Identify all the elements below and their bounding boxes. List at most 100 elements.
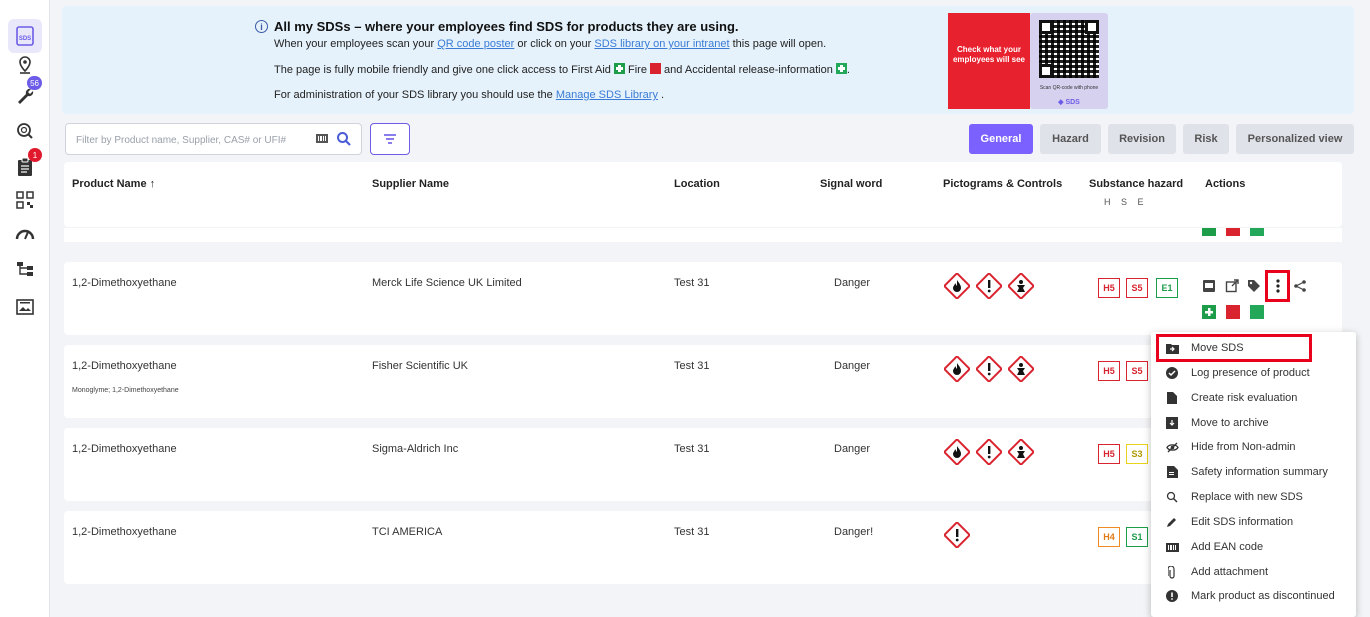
tab-revision[interactable]: Revision [1108,124,1176,154]
summary-file-icon [1165,465,1179,479]
qr-caption: Scan QR-code with phone [1039,85,1099,91]
qr-finder [1039,64,1053,78]
tools-badge: 56 [27,76,42,90]
hierarchy-icon[interactable] [8,252,42,286]
sidebar: SDS 56 1 [0,0,50,617]
exclamation-pictogram-icon [976,356,1002,382]
tab-personalized-view[interactable]: Personalized view [1236,124,1354,154]
health-hazard-pictogram-icon [1008,356,1034,382]
table-row[interactable]: 1,2-Dimethoxyethane Merck Life Science U… [64,262,1342,335]
manage-sds-library-link[interactable]: Manage SDS Library [556,89,658,101]
menu-label: Move to archive [1191,417,1269,429]
location: Test 31 [674,443,710,455]
tab-hazard[interactable]: Hazard [1040,124,1101,154]
move-sds-highlight [1156,334,1312,362]
first-aid-icon[interactable] [1202,228,1216,236]
barcode-scan-icon[interactable] [315,132,329,151]
location: Test 31 [674,277,710,289]
product-name[interactable]: 1,2-Dimethoxyethane [72,526,177,538]
accidental-release-icon[interactable] [1250,228,1264,236]
exclamation-pictogram-icon [944,522,970,548]
search-box [65,123,362,155]
signal-word: Danger [834,443,871,455]
col-substance-hse: H S E [1104,197,1148,207]
tab-general[interactable]: General [969,124,1033,154]
menu-safety-information-summary[interactable]: Safety information summary [1151,460,1356,484]
menu-label: Add attachment [1191,566,1269,578]
col-pictograms[interactable]: Pictograms & Controls [943,178,1062,190]
col-product-name[interactable]: Product Name ↑ [72,178,155,190]
actions-menu: Move SDS Log presence of product Create … [1151,332,1356,617]
first-aid-icon[interactable] [1202,305,1216,319]
alert-circle-icon [1165,589,1179,603]
banner-text: For administration of your SDS library y… [274,89,556,101]
tab-risk[interactable]: Risk [1183,124,1229,154]
health-hazard-badge: H5 [1098,361,1120,381]
banner-title: i All my SDSs – where your employees fin… [255,19,739,34]
signal-word: Danger! [834,526,874,538]
menu-hide-from-non-admin[interactable]: Hide from Non-admin [1151,435,1356,459]
supplier-name: Sigma-Aldrich Inc [372,443,459,455]
first-aid-icon [613,63,625,74]
clipboard-badge: 1 [28,148,42,162]
supplier-name: TCI AMERICA [372,526,443,538]
clipboard-icon[interactable]: 1 [8,148,42,184]
product-name[interactable]: 1,2-Dimethoxyethane [72,277,177,289]
menu-create-risk-evaluation[interactable]: Create risk evaluation [1151,386,1356,410]
menu-label: Log presence of product [1191,367,1310,379]
menu-edit-sds-information[interactable]: Edit SDS information [1151,510,1356,534]
accidental-release-icon[interactable] [1250,305,1264,319]
menu-replace-with-new-sds[interactable]: Replace with new SDS [1151,485,1356,509]
col-supplier-name[interactable]: Supplier Name [372,178,449,190]
check-employees-promo[interactable]: Check what your employees will see [948,13,1030,109]
filter-button[interactable] [370,123,410,155]
menu-add-ean-code[interactable]: Add EAN code [1151,535,1356,559]
intranet-library-link[interactable]: SDS library on your intranet [594,38,729,50]
search-globe-icon[interactable] [8,114,42,148]
product-name[interactable]: 1,2-Dimethoxyethane [72,360,177,372]
banner-text: When your employees scan your [274,38,438,50]
menu-label: Create risk evaluation [1191,392,1298,404]
wrench-icon[interactable]: 56 [8,76,42,112]
paperclip-icon [1165,565,1179,579]
image-gallery-icon[interactable] [8,290,42,324]
share-icon[interactable] [1293,279,1307,293]
menu-add-attachment[interactable]: Add attachment [1151,560,1356,584]
menu-mark-discontinued[interactable]: Mark product as discontinued [1151,584,1356,608]
supplier-name: Merck Life Science UK Limited [372,277,522,289]
fire-icon[interactable] [1226,228,1240,236]
location: Test 31 [674,360,710,372]
menu-move-to-archive[interactable]: Move to archive [1151,411,1356,435]
menu-log-presence[interactable]: Log presence of product [1151,361,1356,385]
qr-code-icon[interactable] [8,183,42,217]
col-substance-hazard[interactable]: Substance hazard [1089,178,1183,190]
pencil-icon [1165,515,1179,529]
col-location[interactable]: Location [674,178,720,190]
fire-icon[interactable] [1226,305,1240,319]
search-icon[interactable] [336,131,352,152]
qr-poster-preview[interactable]: Scan QR-code with phone ◆ SDS [1030,13,1108,109]
health-hazard-pictogram-icon [1008,273,1034,299]
col-signal-word[interactable]: Signal word [820,178,882,190]
menu-label: Edit SDS information [1191,516,1294,528]
health-hazard-badge: H5 [1098,278,1120,298]
qr-code-image [1039,20,1099,78]
fire-icon [650,63,661,74]
more-options-button[interactable] [1265,270,1290,302]
menu-label: Safety information summary [1191,466,1328,478]
pdf-icon[interactable] [1202,279,1216,293]
safety-hazard-badge: S1 [1126,527,1148,547]
qr-poster-link[interactable]: QR code poster [437,38,514,50]
previous-row-partial [64,228,1342,242]
product-name[interactable]: 1,2-Dimethoxyethane [72,443,177,455]
tag-icon[interactable] [1247,279,1261,293]
qr-finder [1085,20,1099,34]
safety-hazard-badge: S5 [1126,361,1148,381]
kebab-icon [1275,279,1280,293]
gauge-icon[interactable] [8,216,42,250]
search-input[interactable] [76,131,306,149]
open-external-icon[interactable] [1225,279,1239,293]
banner-text: this page will open. [729,38,827,50]
health-hazard-badge: H4 [1098,527,1120,547]
supplier-name: Fisher Scientific UK [372,360,468,372]
